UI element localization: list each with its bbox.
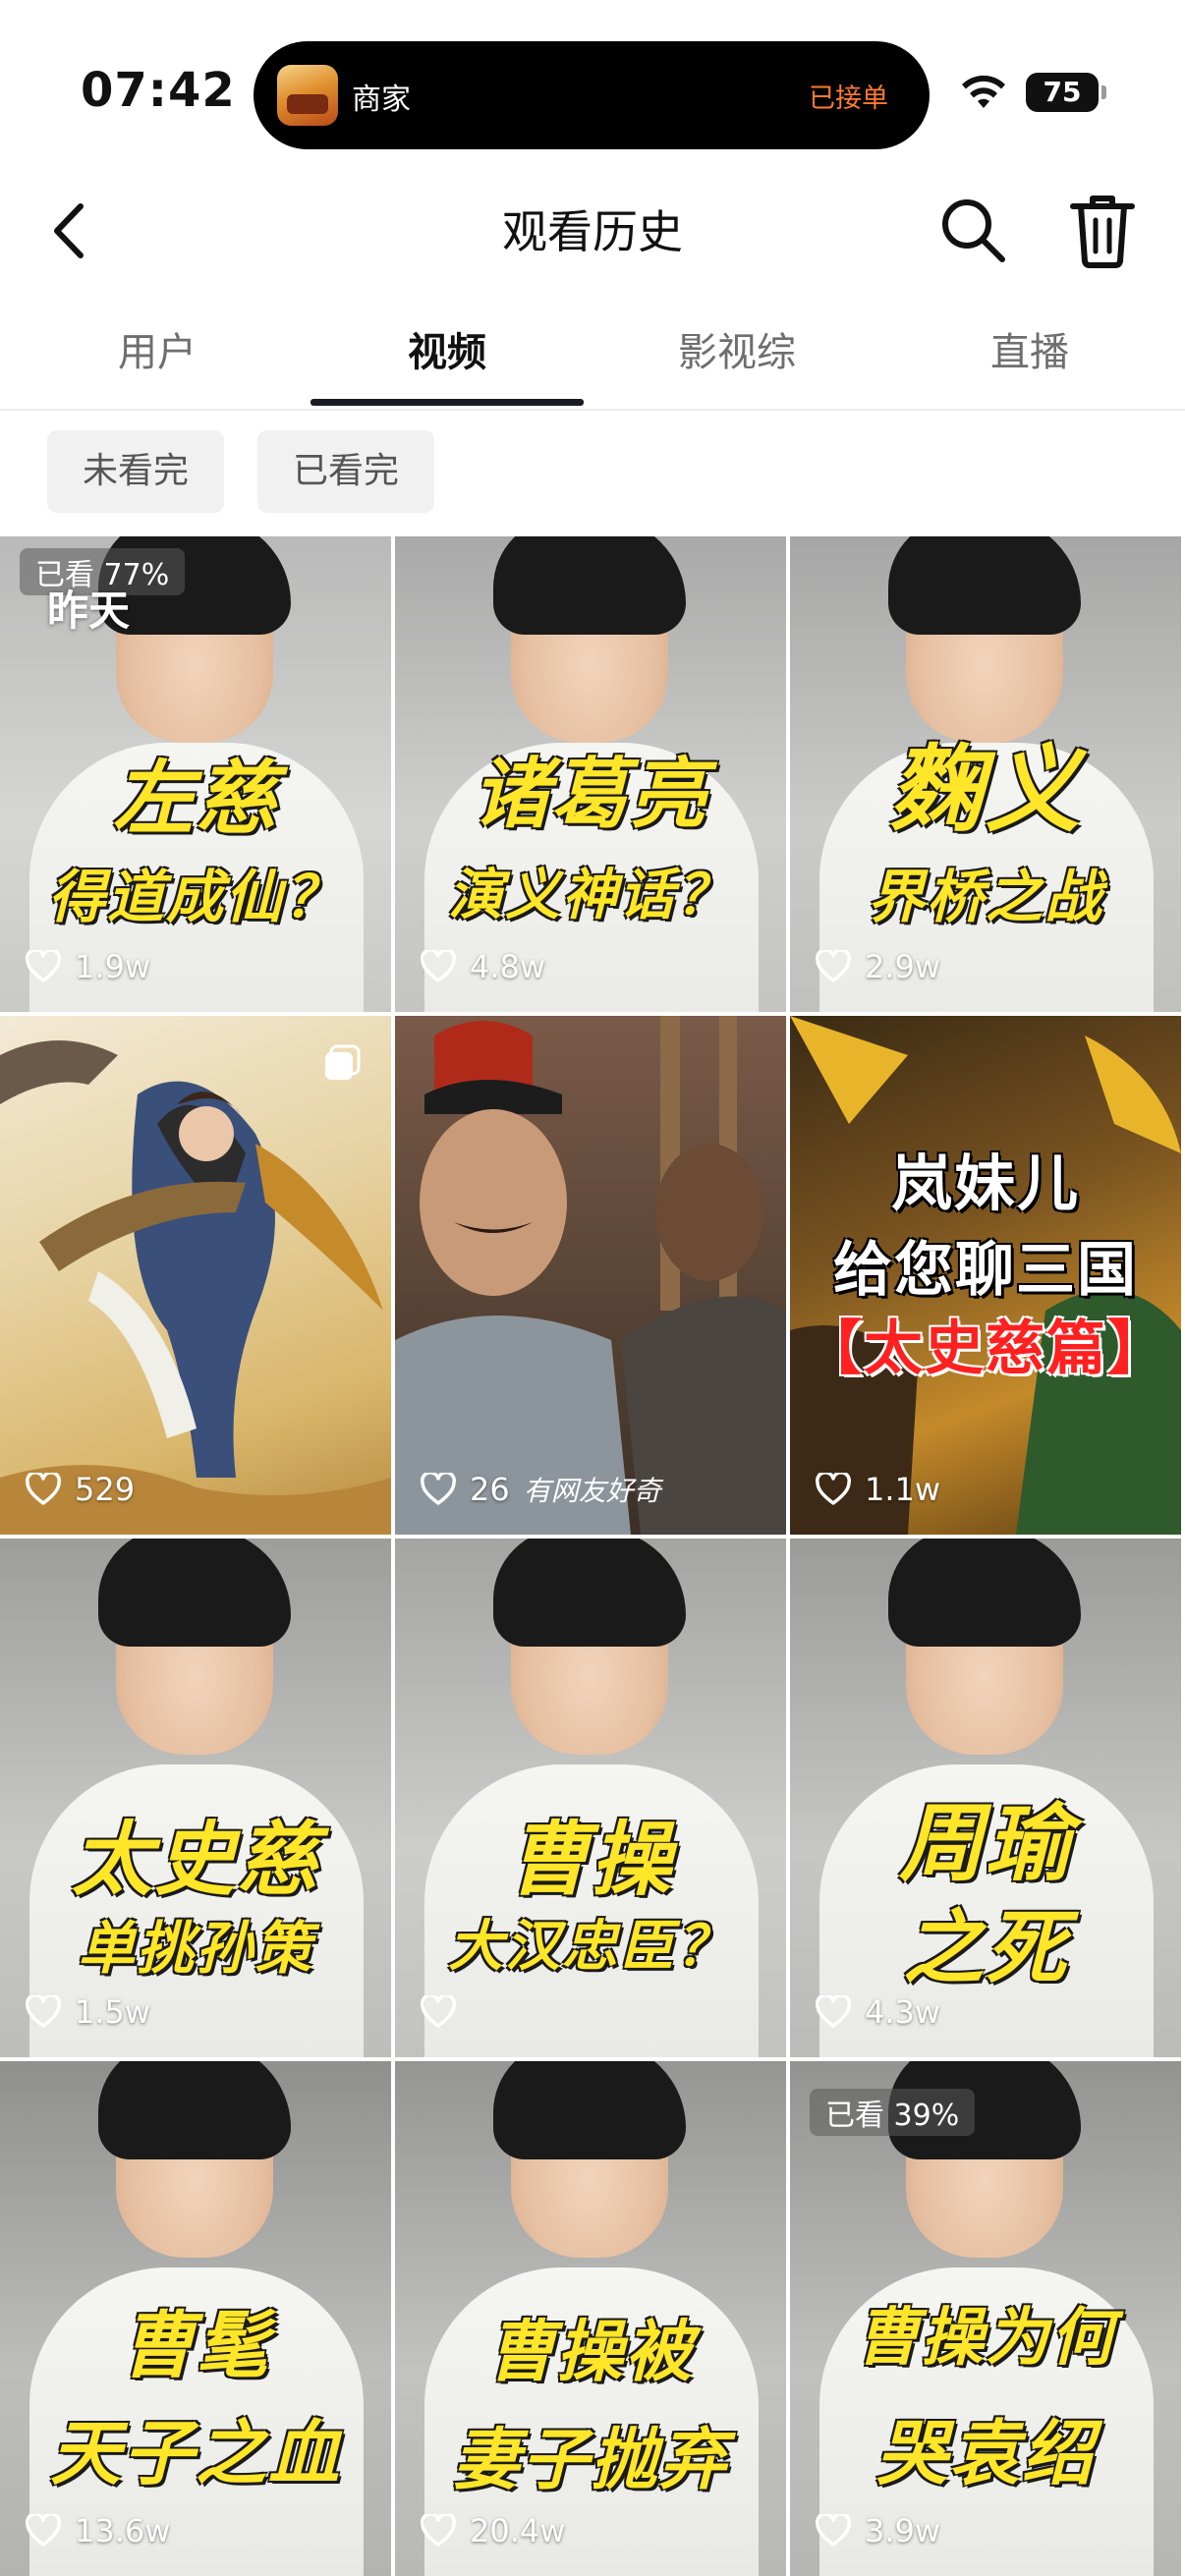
- search-icon[interactable]: [933, 191, 1012, 269]
- thumbnail-title: 周瑜: [899, 1795, 1072, 1893]
- wifi-icon: [962, 75, 1005, 108]
- like-row: [421, 1992, 470, 2032]
- tab-bar: 用户 视频 影视综 直播: [0, 305, 1185, 411]
- thumbnail-title: 诸葛亮: [472, 751, 708, 839]
- like-count: 4.8w: [470, 948, 546, 985]
- like-count: 3.9w: [865, 2512, 941, 2549]
- thumbnail-title: 曹操: [508, 1814, 673, 1907]
- thumbnail-subtitle: 给您聊三国: [833, 1236, 1138, 1305]
- live-activity-island[interactable]: 商家 已接单: [254, 41, 930, 149]
- heart-icon: [816, 1473, 851, 1505]
- video-card[interactable]: 曹髦 天子之血 13.6w: [0, 2061, 391, 2576]
- status-bar: 07:42 商家 已接单 75: [0, 0, 1185, 177]
- video-card[interactable]: 已看 39% 曹操为何 哭袁绍 3.9w: [790, 2061, 1181, 2576]
- like-row: 1.1w: [816, 1470, 940, 1509]
- like-count: 1.5w: [75, 1993, 151, 2031]
- thumbnail-subtitle: 妻子抛弃: [452, 2422, 728, 2499]
- live-activity-status: 已接单: [809, 84, 888, 114]
- thumbnail-subtitle: 演义神话？: [448, 864, 733, 927]
- heart-icon: [816, 2514, 851, 2547]
- like-row: 3.9w: [816, 2511, 940, 2550]
- watched-progress-badge: 已看 39%: [810, 2089, 976, 2136]
- tab-film-tv[interactable]: 影视综: [649, 320, 825, 377]
- thumbnail-subtitle: 哭袁绍: [875, 2412, 1095, 2494]
- like-row: 1.9w: [26, 947, 150, 986]
- thumbnail-title: 曹操被: [486, 2314, 694, 2391]
- like-count: 2.9w: [865, 948, 941, 985]
- video-grid: 已看 77% 昨天 左慈 得道成仙？ 1.9w 诸葛亮 演义神话？ 4.8w 麴…: [0, 536, 1185, 2576]
- multi-image-icon: [325, 1044, 361, 1080]
- filter-bar: 未看完 已看完: [0, 430, 1185, 515]
- heart-icon: [26, 950, 61, 982]
- date-group-label: 昨天: [47, 587, 131, 635]
- video-caption: 有网友好奇: [523, 1475, 661, 1507]
- like-count: 4.3w: [865, 1993, 941, 2031]
- thumbnail-title: 岚妹儿: [890, 1148, 1080, 1219]
- video-card[interactable]: 周瑜 之死 4.3w: [790, 1539, 1181, 2057]
- video-card[interactable]: 太史慈 单挑孙策 1.5w: [0, 1539, 391, 2057]
- trash-icon[interactable]: [1063, 189, 1142, 271]
- video-card[interactable]: 麴义 界桥之战 2.9w: [790, 536, 1181, 1012]
- tab-videos[interactable]: 视频: [388, 320, 506, 377]
- thumbnail-title: 麴义: [889, 735, 1082, 845]
- like-row: 1.5w: [26, 1992, 150, 2032]
- like-count: 1.1w: [865, 1471, 941, 1508]
- battery-indicator: 75: [1026, 73, 1106, 112]
- heart-icon: [816, 950, 851, 982]
- thumbnail-subtitle: 天子之血: [49, 2412, 341, 2494]
- heart-icon: [816, 1995, 851, 2028]
- video-card[interactable]: 529: [0, 1016, 391, 1535]
- thumbnail-title: 曹髦: [121, 2304, 270, 2388]
- filter-unfinished[interactable]: 未看完: [47, 430, 225, 513]
- like-row: 20.4w: [421, 2511, 565, 2550]
- thumbnail-tagline: 【太史慈篇】: [803, 1315, 1168, 1383]
- like-count: 13.6w: [75, 2512, 171, 2549]
- drama-still-artwork: [395, 1016, 786, 1535]
- video-card[interactable]: 已看 77% 昨天 左慈 得道成仙？ 1.9w: [0, 536, 391, 1012]
- video-card[interactable]: 26 有网友好奇: [395, 1016, 786, 1535]
- video-card[interactable]: 曹操被 妻子抛弃 20.4w: [395, 2061, 786, 2576]
- heart-icon: [421, 1473, 456, 1505]
- like-row: 4.8w: [421, 947, 545, 986]
- like-row: 4.3w: [816, 1992, 940, 2032]
- game-character-artwork: [0, 1040, 391, 1535]
- video-card[interactable]: 岚妹儿 给您聊三国 【太史慈篇】 1.1w: [790, 1016, 1181, 1535]
- thumbnail-title: 左慈: [113, 753, 278, 846]
- tab-active-indicator: [310, 399, 584, 406]
- like-count: 26: [470, 1471, 510, 1508]
- like-count: 1.9w: [75, 948, 151, 985]
- heart-icon: [421, 2514, 456, 2547]
- tab-live[interactable]: 直播: [971, 320, 1089, 377]
- thumbnail-subtitle: 单挑孙策: [77, 1915, 313, 1982]
- thumbnail-title: 曹操为何: [856, 2302, 1115, 2375]
- thumbnail-subtitle: 界桥之战: [867, 864, 1103, 930]
- filter-finished[interactable]: 已看完: [257, 430, 435, 513]
- heart-icon: [421, 950, 456, 982]
- tab-users[interactable]: 用户: [98, 320, 216, 377]
- heart-icon: [26, 1473, 61, 1505]
- thumbnail-title: 太史慈: [72, 1814, 319, 1907]
- like-row: 13.6w: [26, 2511, 170, 2550]
- video-card[interactable]: 诸葛亮 演义神话？ 4.8w: [395, 536, 786, 1012]
- status-time: 07:42: [81, 63, 236, 118]
- like-row: 2.9w: [816, 947, 940, 986]
- heart-icon: [26, 1995, 61, 2028]
- thumbnail-subtitle: 之死: [903, 1902, 1068, 1995]
- heart-icon: [26, 2514, 61, 2547]
- heart-icon: [421, 1995, 456, 2028]
- like-row: 529: [26, 1470, 135, 1509]
- video-card[interactable]: 曹操 大汉忠臣？: [395, 1539, 786, 2057]
- like-count: 529: [75, 1471, 136, 1508]
- merchant-app-icon: [277, 65, 338, 126]
- thumbnail-subtitle: 大汉忠臣？: [448, 1915, 733, 1979]
- like-count: 20.4w: [470, 2512, 566, 2549]
- live-activity-app-name: 商家: [352, 83, 411, 117]
- page-header: 观看历史: [0, 177, 1185, 285]
- like-row: 26 有网友好奇: [421, 1470, 661, 1509]
- thumbnail-subtitle: 得道成仙？: [47, 864, 343, 930]
